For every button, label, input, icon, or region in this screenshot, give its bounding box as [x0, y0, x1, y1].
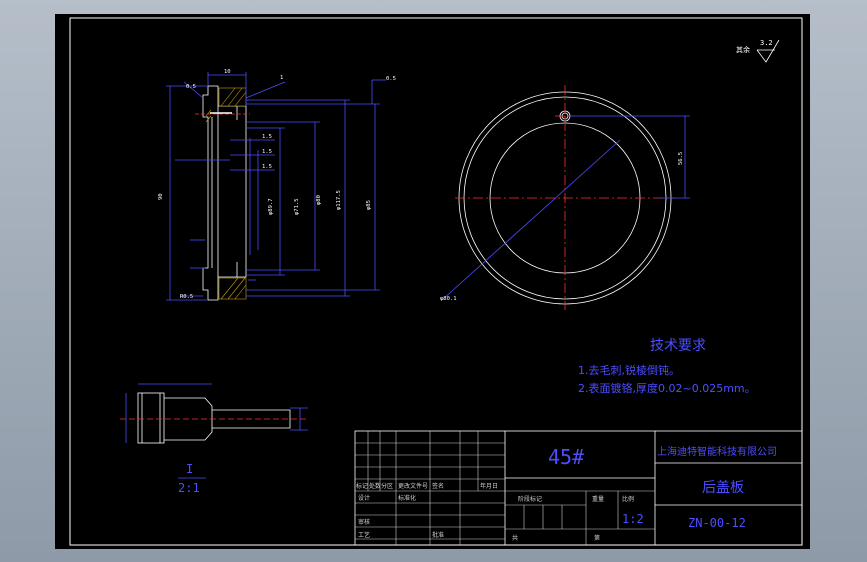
tb-date: 年月日 [480, 482, 498, 490]
dim-dia-c: φ80 [316, 195, 322, 205]
dim-dia-b: φ71.5 [294, 198, 300, 215]
tb-weight: 重量 [592, 495, 604, 503]
dim-front-offset: 56.5 [678, 152, 684, 165]
dim-d1: 1.5 [262, 134, 272, 140]
tb-process: 工艺 [358, 531, 370, 539]
dim-chamfer: 0.5 [186, 84, 196, 90]
tb-change-doc: 更改文件号 [398, 482, 428, 490]
part-name: 后盖板 [702, 480, 744, 496]
tb-designer: 设计 [358, 494, 370, 502]
tb-zone: 分区 [381, 482, 393, 490]
tb-approve: 批准 [432, 531, 444, 539]
tech-req-title: 技术要求 [650, 338, 706, 354]
cad-drawing-sheet: 其余 3.2 10 1 0.5 0.5 1.5 1.5 1.5 90 φ89.7… [55, 14, 810, 549]
tb-standard: 标准化 [398, 494, 416, 502]
tech-req-2: 2.表面镀铬,厚度0.02~0.025mm。 [578, 381, 756, 395]
dim-left-height: 90 [158, 193, 164, 200]
tb-sheet-no: 第 [594, 534, 600, 542]
dim-d2: 1.5 [262, 149, 272, 155]
tb-count: 处数 [369, 482, 381, 490]
dim-dia-e: φ85 [366, 200, 372, 210]
drawing-canvas [55, 14, 810, 549]
scale-value: 1:2 [622, 512, 644, 526]
tech-req-1: 1.去毛刺,锐棱倒钝。 [578, 363, 680, 377]
dim-dia-d: φ117.5 [336, 190, 342, 210]
dim-dia-a: φ89.7 [268, 198, 274, 215]
dim-top-width: 10 [224, 69, 231, 75]
detail-label: I [186, 462, 193, 476]
dim-top-right: 0.5 [386, 76, 396, 82]
tb-scale-label: 比例 [622, 495, 634, 503]
dim-front-dia: φ80.1 [440, 296, 457, 302]
company-name: 上海迪特智能科技有限公司 [657, 445, 777, 458]
roughness-value: 3.2 [760, 39, 773, 47]
tb-mark: 标记 [356, 482, 368, 490]
tb-stage-mark: 阶段标记 [518, 495, 542, 503]
tb-sheets-total: 共 [512, 534, 518, 542]
dim-bottom-r: R0.5 [180, 294, 193, 300]
roughness-prefix: 其余 [736, 45, 750, 54]
drawing-number: ZN-00-12 [688, 516, 746, 530]
dim-leader-I: 1 [280, 75, 283, 81]
detail-scale: 2:1 [178, 481, 200, 495]
material: 45# [548, 445, 584, 469]
dim-d3: 1.5 [262, 164, 272, 170]
tb-review: 审核 [358, 518, 370, 526]
tb-sign: 签名 [432, 482, 444, 490]
